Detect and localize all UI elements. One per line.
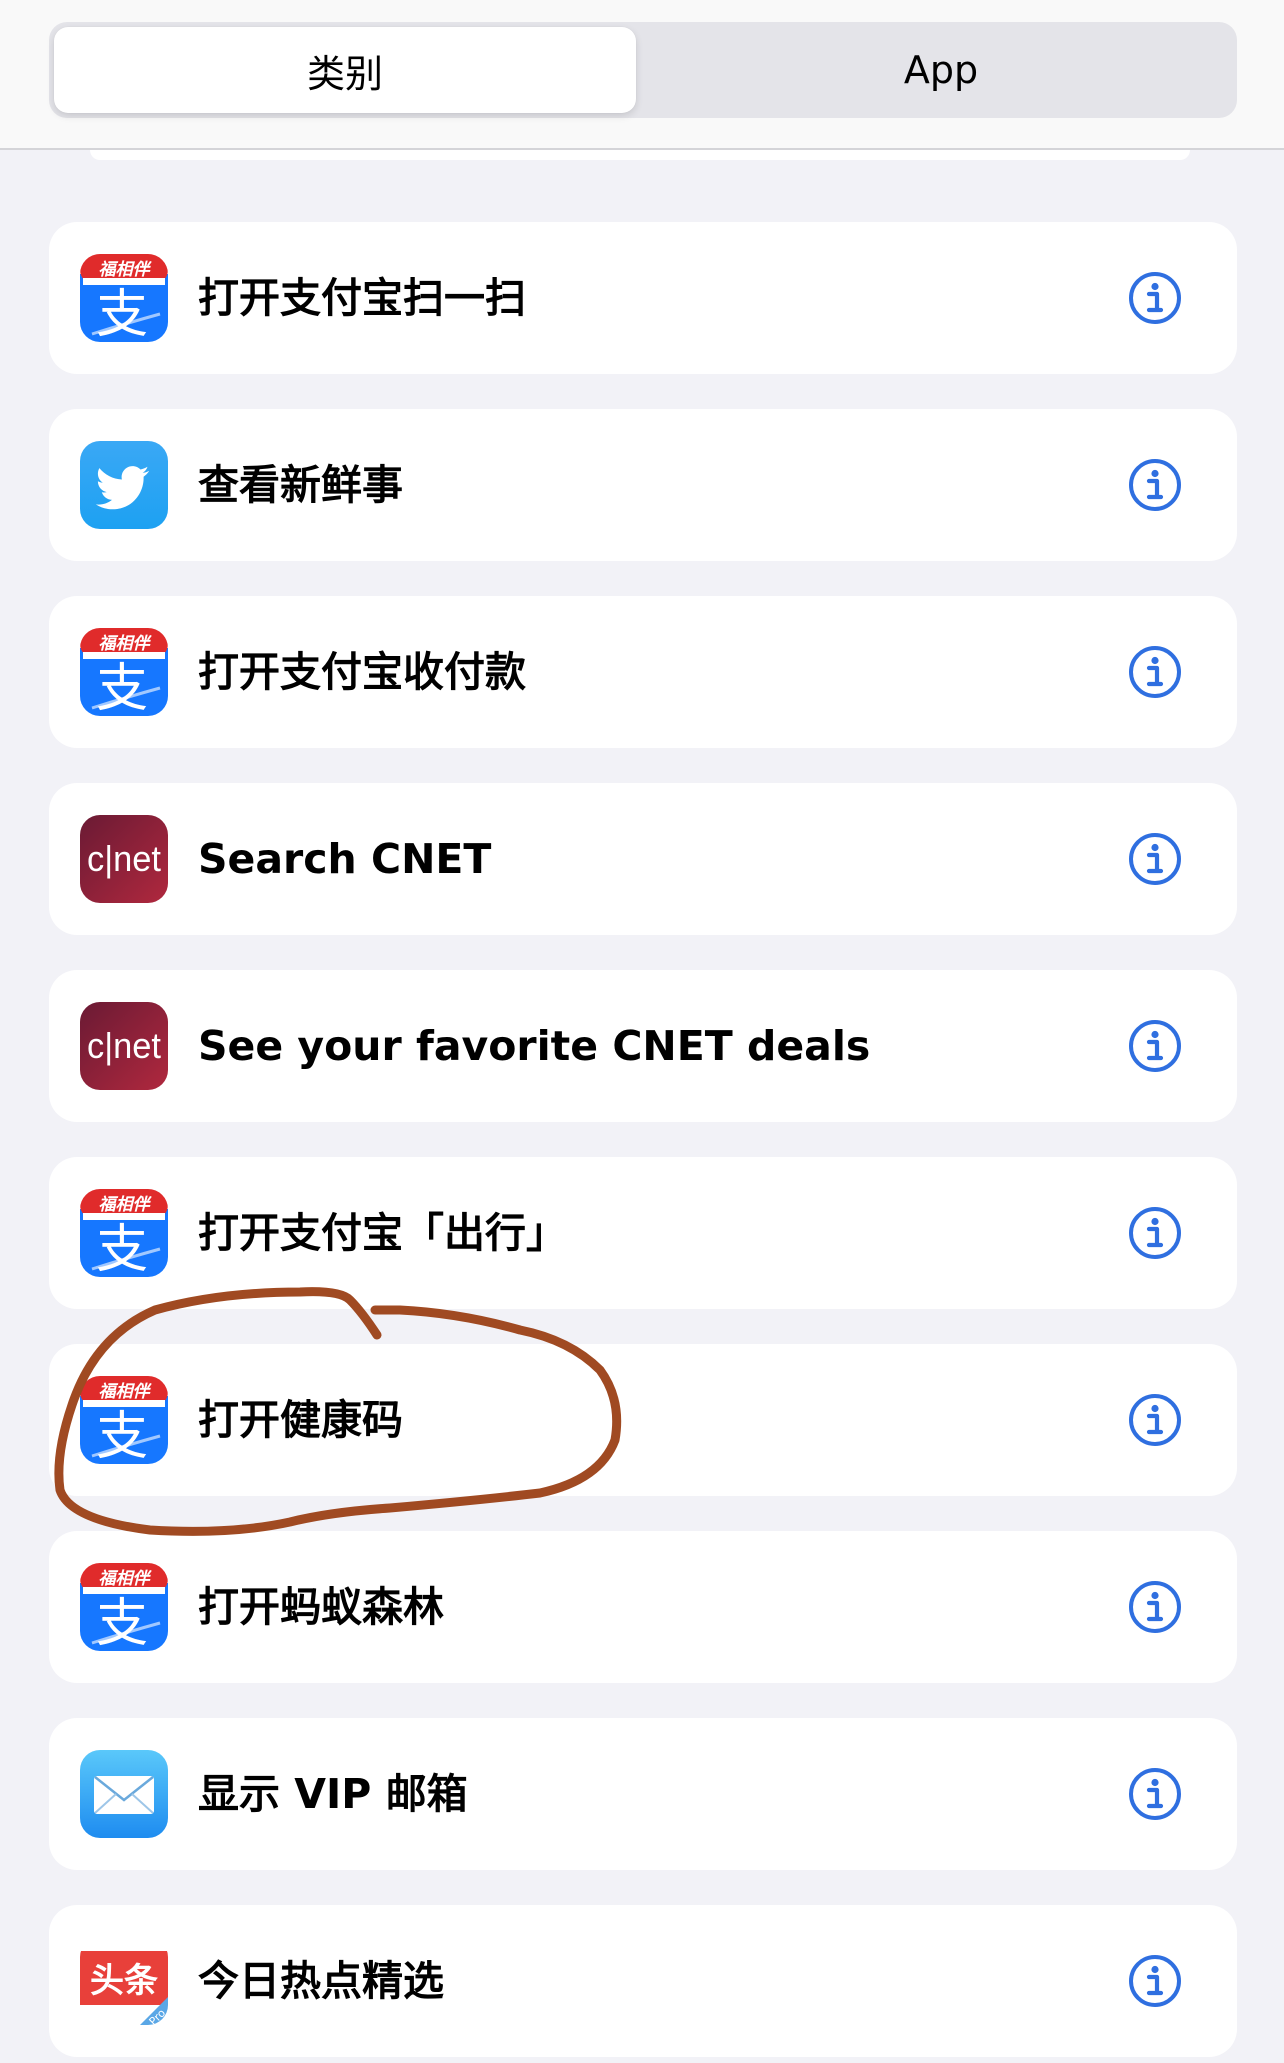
- svg-text:支: 支: [96, 659, 148, 716]
- svg-text:福相伴: 福相伴: [99, 1382, 153, 1402]
- svg-text:支: 支: [96, 1220, 148, 1277]
- svg-text:支: 支: [96, 285, 148, 342]
- alipay-icon: 福相伴支: [80, 1376, 168, 1464]
- previous-row-edge: [90, 150, 1190, 160]
- info-icon[interactable]: [1128, 1019, 1182, 1073]
- info-icon[interactable]: [1128, 1580, 1182, 1634]
- shortcut-row[interactable]: 福相伴支打开支付宝「出行」: [49, 1157, 1237, 1309]
- header-bar: 类别 App: [0, 0, 1284, 150]
- shortcut-label: 打开支付宝收付款: [198, 648, 526, 696]
- shortcut-list: 福相伴支打开支付宝扫一扫 查看新鲜事 福相伴支打开支付宝收付款 c|net Search…: [49, 222, 1237, 2063]
- info-icon[interactable]: [1128, 1767, 1182, 1821]
- info-icon[interactable]: [1128, 458, 1182, 512]
- alipay-icon: 福相伴支: [80, 628, 168, 716]
- shortcut-label: See your favorite CNET deals: [198, 1022, 871, 1070]
- shortcut-label: 今日热点精选: [198, 1957, 444, 2005]
- svg-text:福相伴: 福相伴: [99, 1195, 153, 1215]
- segment-app[interactable]: App: [650, 27, 1232, 113]
- cnet-icon: c|net: [80, 1002, 168, 1090]
- shortcut-label: 打开支付宝扫一扫: [198, 274, 526, 322]
- cnet-icon: c|net: [80, 815, 168, 903]
- shortcut-row[interactable]: 福相伴支打开支付宝扫一扫: [49, 222, 1237, 374]
- shortcut-row[interactable]: 福相伴支打开支付宝收付款: [49, 596, 1237, 748]
- shortcut-label: 查看新鲜事: [198, 461, 403, 509]
- info-icon[interactable]: [1128, 645, 1182, 699]
- info-icon[interactable]: [1128, 271, 1182, 325]
- svg-text:福相伴: 福相伴: [99, 634, 153, 654]
- shortcut-row[interactable]: c|net Search CNET: [49, 783, 1237, 935]
- shortcut-row[interactable]: 福相伴支打开蚂蚁森林: [49, 1531, 1237, 1683]
- mail-icon: [80, 1750, 168, 1838]
- alipay-icon: 福相伴支: [80, 254, 168, 342]
- shortcut-row[interactable]: 头条 Pro 今日热点精选: [49, 1905, 1237, 2057]
- svg-text:福相伴: 福相伴: [99, 1569, 153, 1589]
- shortcut-row[interactable]: 显示 VIP 邮箱: [49, 1718, 1237, 1870]
- info-icon[interactable]: [1128, 1206, 1182, 1260]
- segment-category[interactable]: 类别: [54, 27, 636, 113]
- alipay-icon: 福相伴支: [80, 1189, 168, 1277]
- shortcut-row[interactable]: 查看新鲜事: [49, 409, 1237, 561]
- info-icon[interactable]: [1128, 832, 1182, 886]
- shortcut-label: 显示 VIP 邮箱: [198, 1770, 468, 1818]
- alipay-icon: 福相伴支: [80, 1563, 168, 1651]
- svg-text:福相伴: 福相伴: [99, 260, 153, 280]
- shortcut-label: 打开蚂蚁森林: [198, 1583, 444, 1631]
- shortcuts-gallery-screen: 类别 App 福相伴支打开支付宝扫一扫 查看新鲜事 福相伴支打开支付宝收付款 c|ne…: [0, 0, 1284, 2063]
- segmented-control: 类别 App: [49, 22, 1237, 118]
- shortcut-row[interactable]: c|net See your favorite CNET deals: [49, 970, 1237, 1122]
- shortcut-label: Search CNET: [198, 835, 492, 883]
- shortcut-label: 打开健康码: [198, 1396, 403, 1444]
- svg-text:头条: 头条: [90, 1961, 158, 2001]
- svg-text:支: 支: [96, 1594, 148, 1651]
- info-icon[interactable]: [1128, 1393, 1182, 1447]
- toutiao-icon: 头条 Pro: [80, 1937, 168, 2025]
- svg-text:支: 支: [96, 1407, 148, 1464]
- svg-text:c|net: c|net: [87, 838, 161, 879]
- twitter-icon: [80, 441, 168, 529]
- shortcut-label: 打开支付宝「出行」: [198, 1209, 567, 1257]
- svg-text:c|net: c|net: [87, 1025, 161, 1066]
- shortcut-row[interactable]: 福相伴支打开健康码: [49, 1344, 1237, 1496]
- info-icon[interactable]: [1128, 1954, 1182, 2008]
